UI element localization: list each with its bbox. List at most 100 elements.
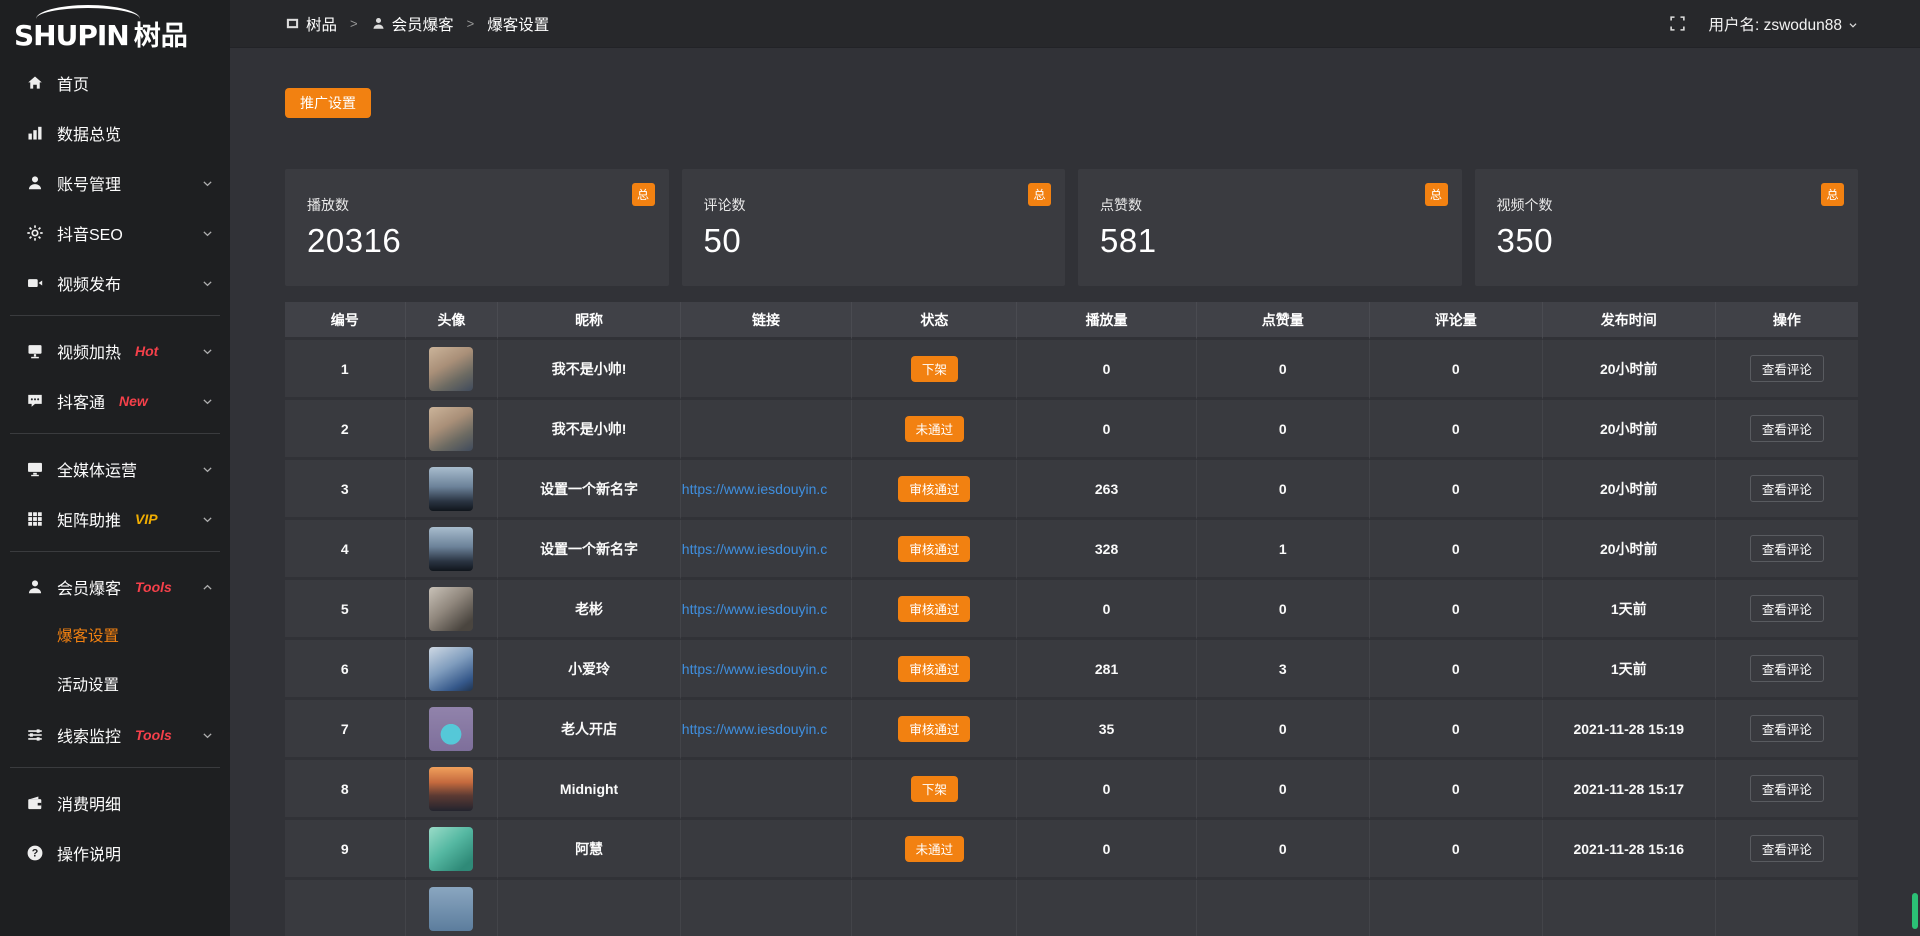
status-button[interactable]: 下架	[911, 776, 958, 802]
sidebar-item-matrix-boost[interactable]: 矩阵助推VIP	[0, 494, 230, 544]
breadcrumb: 树品 > 会员爆客 > 爆客设置	[285, 13, 549, 35]
view-comments-button[interactable]: 查看评论	[1750, 775, 1824, 802]
view-comments-button[interactable]: 查看评论	[1750, 595, 1824, 622]
cell-id: 1	[285, 340, 405, 400]
brand-logo-en: SHUPIN	[14, 19, 129, 52]
cell-time: 1天前	[1542, 580, 1715, 640]
comments-count: 0	[1452, 481, 1460, 497]
column-header-likes: 点赞量	[1196, 302, 1369, 340]
stat-label: 评论数	[704, 195, 1046, 215]
comments-count: 0	[1452, 661, 1460, 677]
row-id: 5	[341, 601, 349, 617]
sidebar-item-video-heat[interactable]: 视频加热Hot	[0, 326, 230, 376]
sidebar-item-all-media[interactable]: 全媒体运营	[0, 444, 230, 494]
view-comments-button[interactable]: 查看评论	[1750, 475, 1824, 502]
cell-link: https://www.iesdouyin.c	[680, 580, 851, 640]
cell-action: 查看评论	[1715, 700, 1858, 760]
plays-count: 35	[1099, 721, 1115, 737]
sidebar-item-operation-help[interactable]: ?操作说明	[0, 828, 230, 878]
cell-comments: 0	[1369, 760, 1542, 820]
user-icon	[26, 578, 44, 596]
cell-plays: 0	[1016, 400, 1195, 460]
stat-value: 581	[1100, 222, 1442, 260]
cell-likes: 0	[1196, 820, 1369, 880]
view-comments-button[interactable]: 查看评论	[1750, 355, 1824, 382]
sidebar-subitem-activity-settings[interactable]: 活动设置	[0, 661, 230, 710]
nickname-text: 我不是小帅!	[552, 421, 627, 437]
sidebar-item-consume-detail[interactable]: 消费明细	[0, 778, 230, 828]
sidebar-item-douketong[interactable]: 抖客通New	[0, 376, 230, 426]
column-header-nickname: 昵称	[497, 302, 679, 340]
video-link[interactable]: https://www.iesdouyin.c	[682, 721, 828, 737]
view-comments-button[interactable]: 查看评论	[1750, 415, 1824, 442]
cell-avatar	[405, 820, 498, 880]
cell-nickname: 设置一个新名字	[497, 520, 679, 580]
sidebar-item-video-publish[interactable]: 视频发布	[0, 258, 230, 308]
video-link[interactable]: https://www.iesdouyin.c	[682, 661, 828, 677]
stat-label: 视频个数	[1497, 195, 1839, 215]
status-button[interactable]: 审核通过	[898, 596, 970, 622]
status-button[interactable]: 下架	[911, 356, 958, 382]
cell-action: 查看评论	[1715, 580, 1858, 640]
fullscreen-icon[interactable]	[1669, 15, 1686, 32]
cell-id: 6	[285, 640, 405, 700]
breadcrumb-separator: >	[467, 16, 475, 31]
cell-status: 未通过	[851, 820, 1016, 880]
plays-count: 281	[1095, 661, 1118, 677]
table-row: 3 设置一个新名字 https://www.iesdouyin.c 审核通过 2…	[285, 460, 1858, 520]
sidebar-item-label: 全媒体运营	[57, 457, 137, 481]
video-link[interactable]: https://www.iesdouyin.c	[682, 601, 828, 617]
user-menu[interactable]: 用户名: zswodun88	[1708, 13, 1860, 35]
status-button[interactable]: 审核通过	[898, 716, 970, 742]
likes-count: 0	[1279, 841, 1287, 857]
video-link[interactable]: https://www.iesdouyin.c	[682, 481, 828, 497]
view-comments-button[interactable]: 查看评论	[1750, 655, 1824, 682]
cell-status: 审核通过	[851, 700, 1016, 760]
plays-count: 0	[1103, 361, 1111, 377]
breadcrumb-item-baoke-settings[interactable]: 爆客设置	[487, 13, 549, 35]
status-button[interactable]: 未通过	[905, 836, 965, 862]
cell-plays: 0	[1016, 580, 1195, 640]
chevron-down-icon	[201, 277, 214, 290]
sidebar-item-account-manage[interactable]: 账号管理	[0, 158, 230, 208]
sidebar-item-douyin-seo[interactable]: 抖音SEO	[0, 208, 230, 258]
status-button[interactable]: 审核通过	[898, 536, 970, 562]
view-comments-button[interactable]: 查看评论	[1750, 715, 1824, 742]
likes-count: 0	[1279, 601, 1287, 617]
sidebar-item-clue-monitor[interactable]: 线索监控Tools	[0, 710, 230, 760]
status-button[interactable]: 未通过	[905, 416, 965, 442]
breadcrumb-item-shupin[interactable]: 树品	[285, 13, 337, 35]
cell-link	[680, 880, 851, 936]
cell-avatar	[405, 640, 498, 700]
breadcrumb-item-member-baoke[interactable]: 会员爆客	[371, 13, 454, 35]
cell-action: 查看评论	[1715, 340, 1858, 400]
comments-count: 0	[1452, 601, 1460, 617]
promotion-settings-button[interactable]: 推广设置	[285, 88, 371, 118]
sidebar-divider	[10, 315, 220, 316]
sidebar-item-home[interactable]: 首页	[0, 58, 230, 108]
sidebar-item-tag: VIP	[135, 511, 158, 527]
sidebar-divider	[10, 767, 220, 768]
user-icon	[371, 16, 386, 31]
nickname-text: Midnight	[560, 781, 618, 797]
avatar	[429, 707, 473, 751]
sidebar-subitem-baoke-settings[interactable]: 爆客设置	[0, 612, 230, 661]
column-header-status: 状态	[851, 302, 1016, 340]
table-row: 7 老人开店 https://www.iesdouyin.c 审核通过 35 0…	[285, 700, 1858, 760]
sidebar-item-data-overview[interactable]: 数据总览	[0, 108, 230, 158]
avatar	[429, 527, 473, 571]
gear-icon	[26, 224, 44, 242]
status-button[interactable]: 审核通过	[898, 476, 970, 502]
view-comments-button[interactable]: 查看评论	[1750, 835, 1824, 862]
cell-id: 7	[285, 700, 405, 760]
plays-count: 328	[1095, 541, 1118, 557]
view-comments-button[interactable]: 查看评论	[1750, 535, 1824, 562]
video-link[interactable]: https://www.iesdouyin.c	[682, 541, 828, 557]
column-header-publish-time: 发布时间	[1542, 302, 1715, 340]
cell-comments: 0	[1369, 820, 1542, 880]
row-id: 4	[341, 541, 349, 557]
status-button[interactable]: 审核通过	[898, 656, 970, 682]
scrollbar-thumb[interactable]	[1912, 893, 1918, 929]
stat-card-videos: 视频个数 350 总	[1475, 169, 1859, 286]
sidebar-item-member-baoke[interactable]: 会员爆客Tools	[0, 562, 230, 612]
